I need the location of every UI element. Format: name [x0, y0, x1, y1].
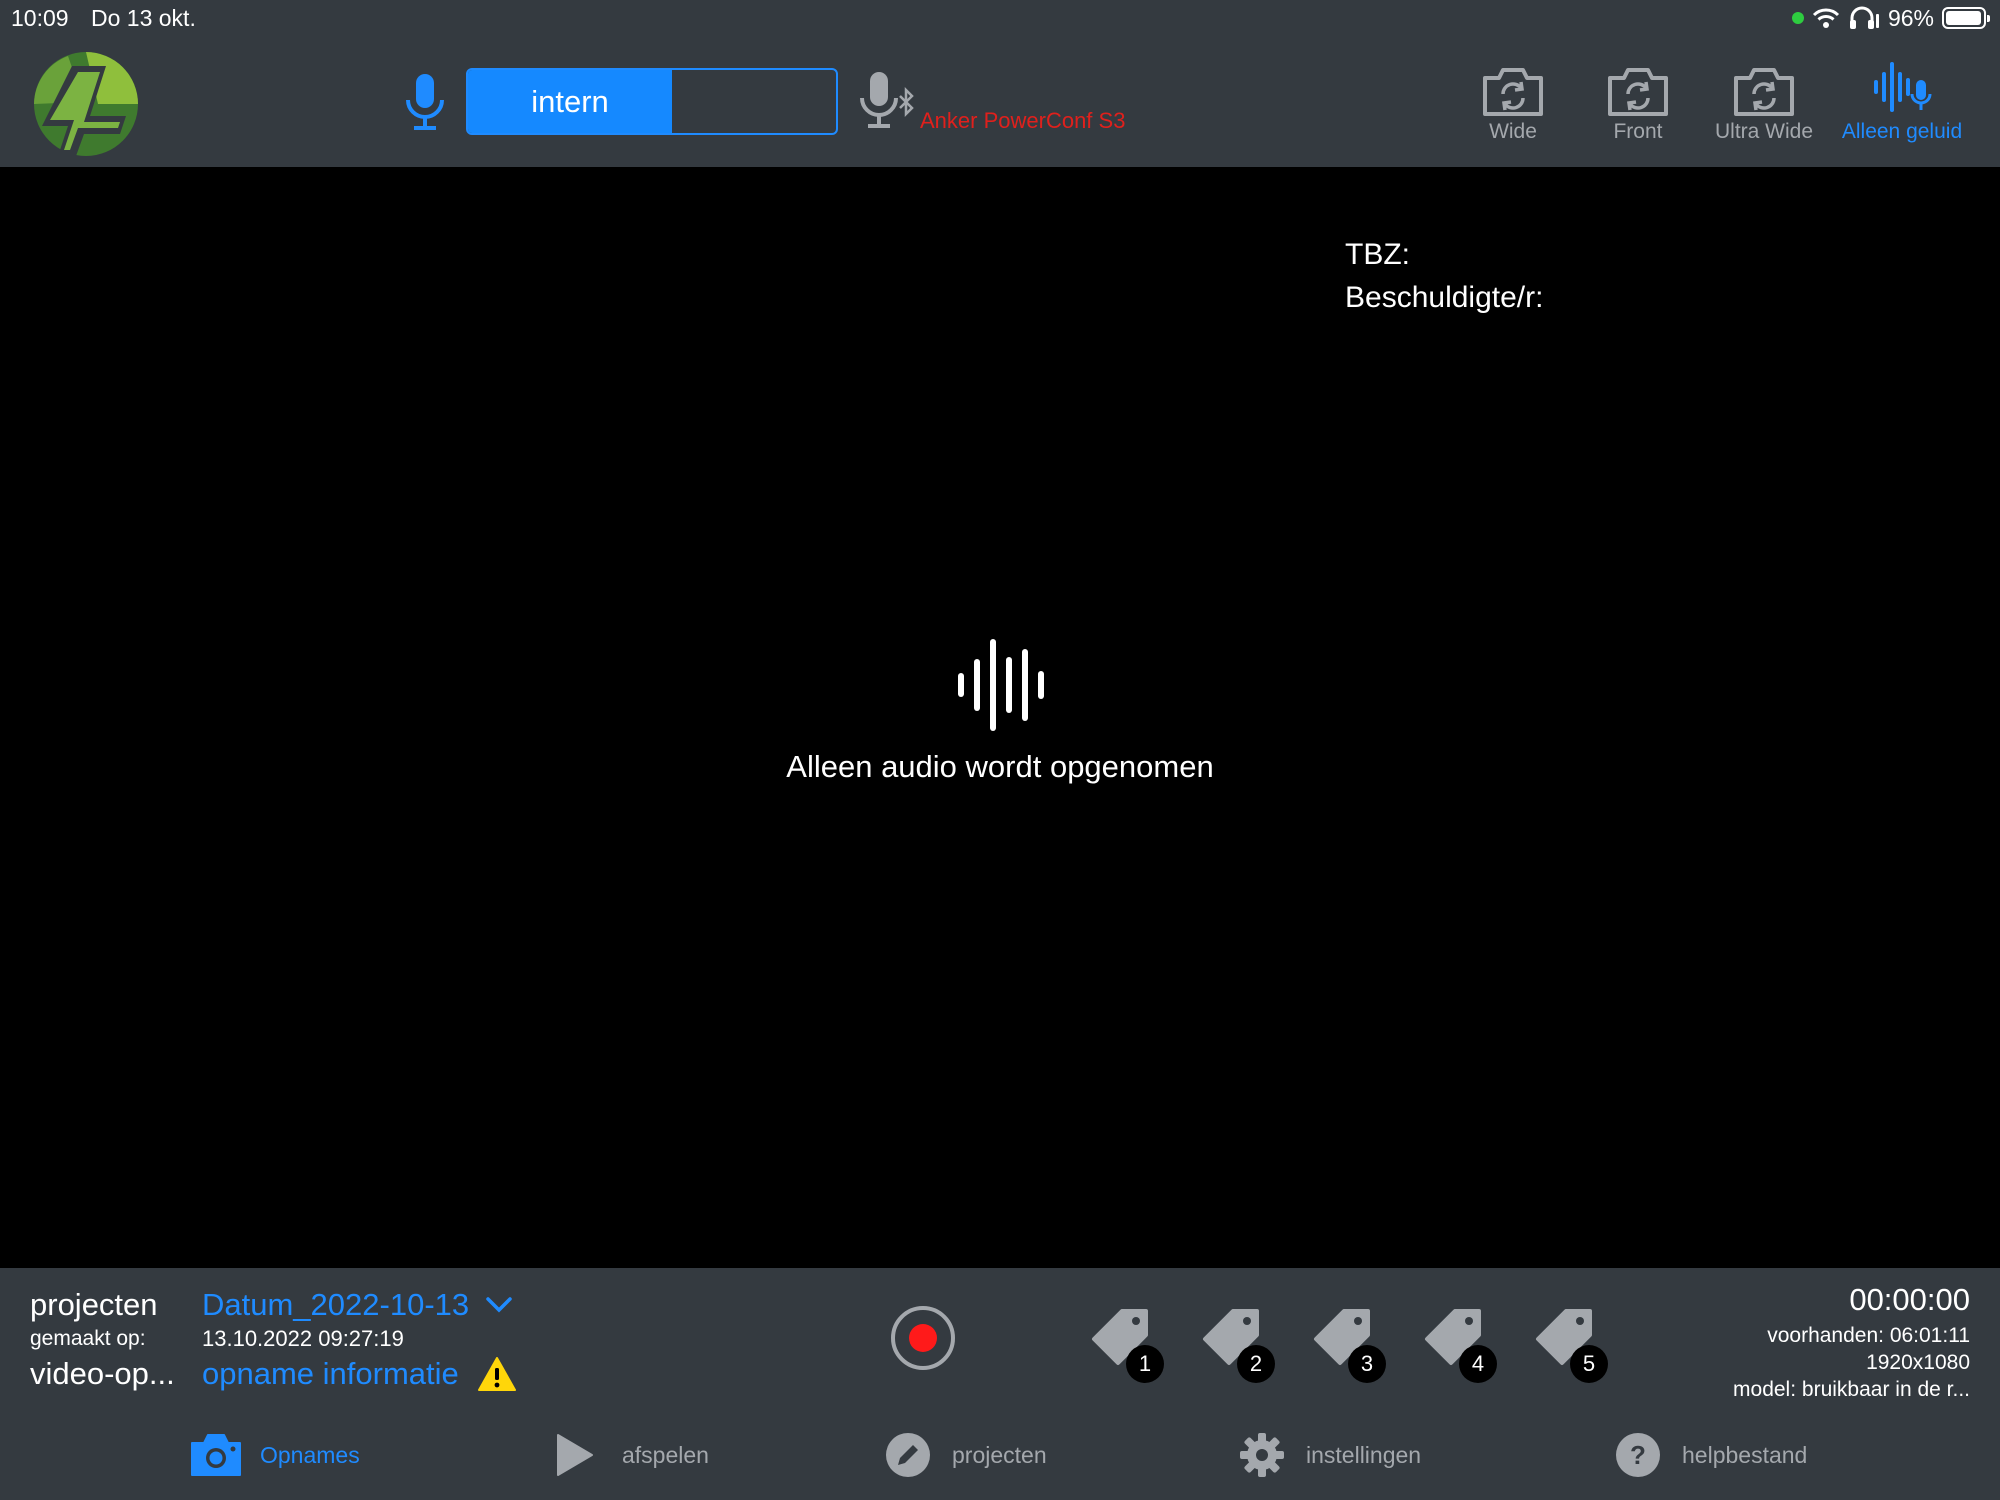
top-bar: intern Anker PowerConf S3 Wide Front Ult… — [0, 36, 2000, 167]
warning-icon[interactable] — [477, 1356, 517, 1392]
bluetooth-mic-icon[interactable] — [858, 70, 918, 132]
video-label: video-op... — [30, 1356, 175, 1391]
tag-button-1[interactable]: 1 — [1088, 1307, 1166, 1383]
tab-opnames[interactable]: Opnames — [190, 1420, 360, 1490]
available-time: voorhanden: 06:01:11 — [1767, 1324, 1970, 1347]
record-button[interactable] — [891, 1306, 955, 1370]
tab-bar: Opnames afspelen projecten instellingen … — [0, 1420, 2000, 1500]
tab-label: afspelen — [622, 1441, 709, 1468]
audio-only-message: Alleen audio wordt opgenomen — [786, 749, 1214, 784]
camera-switch-icon — [1483, 68, 1543, 116]
created-value: 13.10.2022 09:27:19 — [202, 1326, 404, 1351]
recording-timer: 00:00:00 — [1849, 1282, 1970, 1317]
project-name[interactable]: Datum_2022-10-13 — [202, 1287, 469, 1323]
project-selector[interactable]: Datum_2022-10-13 — [202, 1287, 513, 1323]
tab-label: Opnames — [260, 1441, 360, 1468]
record-dot — [909, 1324, 937, 1352]
audio-waveform-mic-icon — [1874, 62, 1932, 112]
tag-button-4[interactable]: 4 — [1421, 1307, 1499, 1383]
created-label: gemaakt op: — [30, 1327, 146, 1350]
tag-number: 5 — [1570, 1345, 1608, 1383]
overlay-tbz: TBZ: — [1345, 238, 1410, 271]
app-logo — [34, 52, 138, 156]
tab-instellingen[interactable]: instellingen — [1236, 1420, 1421, 1490]
tab-label: helpbestand — [1682, 1441, 1808, 1468]
external-device-name: Anker PowerConf S3 — [920, 108, 1126, 133]
battery-icon — [1942, 7, 1990, 29]
recording-details: voorhanden: 06:01:11 1920x1080 model: br… — [1733, 1322, 1970, 1403]
camera-switch-icon — [1734, 68, 1794, 116]
recording-info-link[interactable]: opname informatie — [202, 1356, 459, 1392]
status-time: 10:09 — [11, 5, 69, 31]
camera-mode-label: Wide — [1489, 120, 1537, 143]
tab-label: instellingen — [1306, 1441, 1422, 1468]
overlay-metadata: TBZ: Beschuldigte/r: — [1345, 233, 1543, 319]
tag-number: 2 — [1237, 1345, 1275, 1383]
segment-intern[interactable]: intern — [468, 70, 672, 133]
camera-switch-icon — [1608, 68, 1668, 116]
tab-projecten[interactable]: projecten — [882, 1420, 1047, 1490]
tag-button-2[interactable]: 2 — [1199, 1307, 1277, 1383]
camera-preview: TBZ: Beschuldigte/r: Alleen audio wordt … — [0, 167, 2000, 1268]
tag-button-5[interactable]: 5 — [1532, 1307, 1610, 1383]
pencil-icon — [886, 1433, 930, 1477]
recording-info[interactable]: opname informatie — [202, 1356, 517, 1392]
tab-helpbestand[interactable]: ? helpbestand — [1612, 1420, 1807, 1490]
model-info: model: bruikbaar in de r... — [1733, 1378, 1970, 1401]
tab-afspelen[interactable]: afspelen — [552, 1420, 709, 1490]
projects-label: projecten — [30, 1287, 158, 1322]
audio-only-indicator: Alleen audio wordt opgenomen — [0, 637, 2000, 785]
gear-icon — [1240, 1433, 1284, 1477]
camera-mode-wide[interactable]: Wide — [1448, 64, 1578, 144]
camera-mode-label: Alleen geluid — [1841, 120, 1963, 143]
camera-icon — [191, 1434, 241, 1476]
camera-mode-front[interactable]: Front — [1573, 64, 1703, 144]
camera-mode-label: Front — [1613, 120, 1663, 143]
resolution: 1920x1080 — [1866, 1351, 1970, 1374]
tag-number: 3 — [1348, 1345, 1386, 1383]
waveform-icon — [958, 639, 1044, 731]
tag-button-3[interactable]: 3 — [1310, 1307, 1388, 1383]
camera-mode-ultra-wide[interactable]: Ultra Wide — [1699, 64, 1829, 144]
status-date: Do 13 okt. — [91, 5, 196, 31]
battery-fill — [1946, 11, 1981, 25]
internal-mic-icon[interactable] — [402, 72, 448, 132]
tag-number: 1 — [1126, 1345, 1164, 1383]
audio-source-selector[interactable]: intern — [466, 68, 838, 135]
help-icon: ? — [1616, 1433, 1660, 1477]
camera-mode-label: Ultra Wide — [1714, 120, 1814, 143]
status-bar: 10:09 Do 13 okt. 96% — [0, 0, 2000, 36]
wifi-icon — [1812, 8, 1840, 28]
green-dot — [1791, 12, 1804, 24]
tag-number: 4 — [1459, 1345, 1497, 1383]
headphones-icon — [1849, 6, 1879, 29]
chevron-down-icon[interactable] — [485, 1296, 513, 1314]
battery-percentage: 96% — [1887, 4, 1934, 31]
camera-mode-audio-only[interactable]: Alleen geluid — [1836, 60, 1968, 144]
play-icon — [557, 1434, 593, 1476]
tab-label: projecten — [952, 1441, 1047, 1468]
status-right: 96% — [1791, 4, 1990, 31]
svg-text:?: ? — [1630, 1440, 1646, 1470]
segment-external[interactable] — [672, 70, 836, 133]
overlay-accused: Beschuldigte/r: — [1345, 281, 1544, 314]
